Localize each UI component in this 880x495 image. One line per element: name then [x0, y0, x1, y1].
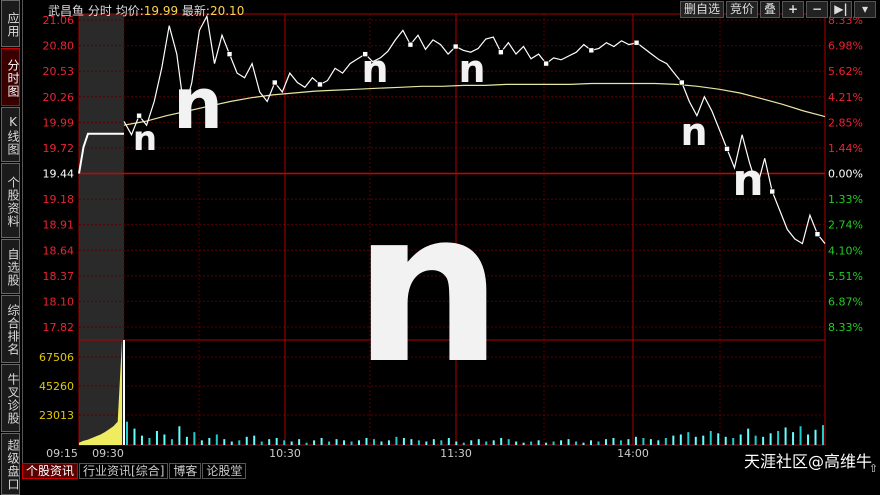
volume-tick-label: 23013	[39, 409, 74, 422]
time-tick-label: 11:30	[440, 447, 472, 460]
pct-tick-label: 5.51%	[828, 270, 863, 283]
overlay-glyph: n	[732, 155, 763, 206]
scroll-up-icon[interactable]: ⇧	[869, 462, 878, 475]
trade-marker	[633, 39, 640, 46]
price-tick-label: 20.80	[43, 40, 75, 53]
trade-marker	[724, 146, 730, 152]
bottom-tab-1[interactable]: 行业资讯[综合]	[79, 463, 169, 479]
intraday-chart[interactable]: 21.06 8.33%20.80 6.98%20.53 5.62%20.26 4.21%…	[0, 0, 880, 463]
overlay-glyph: n	[133, 119, 157, 159]
delete-watchlist-button[interactable]: 删自选	[679, 1, 724, 18]
pct-tick-label: 6.98%	[828, 40, 863, 53]
trade-marker	[769, 188, 776, 195]
pct-tick-label: 4.10%	[828, 244, 863, 257]
price-tick-label: 19.18	[43, 193, 75, 206]
price-tick-label: 19.44	[43, 168, 75, 181]
overlay-glyph: n	[458, 47, 485, 91]
price-tick-label: 19.72	[43, 142, 75, 155]
bottom-tab-3[interactable]: 论股堂	[202, 463, 247, 479]
trade-marker	[678, 79, 685, 86]
avg-price-value: 19.99	[143, 4, 179, 18]
trade-marker	[136, 112, 142, 119]
sidebar: 应用 分时图 K线图 个股资料 自选股 综合排名 牛叉诊股 超级盘口	[0, 0, 23, 495]
price-tick-label: 18.10	[43, 295, 75, 308]
overlay-button[interactable]: 叠	[759, 1, 780, 18]
zoom-out-icon[interactable]: −	[806, 1, 828, 18]
watermark: 天涯社区@高维牛	[743, 452, 872, 471]
auction-button[interactable]: 竞价	[725, 1, 758, 18]
time-tick-label: 09:30	[92, 447, 124, 460]
pct-tick-label: 6.87%	[828, 295, 863, 308]
trade-marker	[452, 43, 459, 50]
bottom-tab-0[interactable]: 个股资讯	[22, 463, 79, 479]
sidebar-tab-2[interactable]: K线图	[1, 107, 20, 162]
avg-price-label: 均价:	[115, 4, 144, 18]
pct-tick-label: 8.33%	[828, 321, 863, 334]
sidebar-tab-7[interactable]: 超级盘口	[1, 433, 20, 495]
stock-name: 武昌鱼	[48, 4, 85, 18]
sidebar-tab-3[interactable]: 个股资料	[1, 163, 20, 238]
overlay-glyph: n	[361, 47, 388, 91]
preauction-shade	[79, 14, 124, 445]
price-tick-label: 17.82	[43, 321, 75, 334]
pct-tick-label: 2.85%	[828, 116, 863, 129]
overlay-glyph: n	[173, 63, 223, 145]
pct-tick-label: 1.33%	[828, 193, 863, 206]
trade-marker	[588, 47, 595, 54]
trade-marker	[407, 41, 414, 48]
pct-tick-label: 1.44%	[828, 142, 863, 155]
bottom-tab-2[interactable]: 博客	[169, 463, 202, 479]
sidebar-tab-5[interactable]: 综合排名	[1, 295, 20, 363]
step-forward-icon[interactable]: ▶|	[830, 1, 852, 18]
trade-marker	[543, 60, 549, 67]
chart-toolbar: 删自选 竞价 叠 + − ▶| ▾	[679, 1, 876, 18]
price-tick-label: 18.64	[43, 244, 75, 257]
trade-marker	[498, 49, 504, 56]
price-tick-label: 20.26	[43, 91, 75, 104]
overlay-glyph: n	[680, 110, 707, 154]
chart-mode: 分时	[87, 4, 112, 18]
pct-tick-label: 2.74%	[828, 219, 863, 232]
chart-header: 武昌鱼 分时 均价:19.99 最新:20.10	[48, 2, 244, 19]
sidebar-tab-6[interactable]: 牛叉诊股	[1, 364, 20, 432]
latest-price-label: 最新:	[181, 4, 210, 18]
sidebar-tab-4[interactable]: 自选股	[1, 239, 20, 294]
time-tick-label: 14:00	[617, 447, 649, 460]
sidebar-tab-0[interactable]: 应用	[1, 0, 20, 47]
time-tick-label: 09:15	[46, 447, 78, 460]
pct-tick-label: 4.21%	[828, 91, 863, 104]
price-tick-label: 18.37	[43, 270, 75, 283]
chevron-down-icon[interactable]: ▾	[854, 1, 876, 18]
volume-tick-label: 67506	[39, 351, 74, 364]
price-tick-label: 20.53	[43, 65, 75, 78]
time-tick-label: 10:30	[269, 447, 301, 460]
pct-tick-label: 0.00%	[828, 168, 863, 181]
price-tick-label: 18.91	[43, 219, 75, 232]
pct-tick-label: 5.62%	[828, 65, 863, 78]
volume-tick-label: 45260	[39, 380, 74, 393]
latest-price-value: 20.10	[209, 4, 245, 18]
bottom-tab-bar: 个股资讯 行业资讯[综合] 博客 论股堂	[22, 463, 247, 479]
trade-marker	[226, 51, 233, 57]
trade-marker	[271, 79, 278, 86]
zoom-in-icon[interactable]: +	[782, 1, 804, 18]
sidebar-tab-1[interactable]: 分时图	[1, 48, 20, 106]
price-tick-label: 19.99	[43, 116, 75, 129]
trade-marker	[814, 231, 821, 237]
overlay-glyph: n	[353, 165, 503, 410]
trade-marker	[317, 81, 323, 88]
